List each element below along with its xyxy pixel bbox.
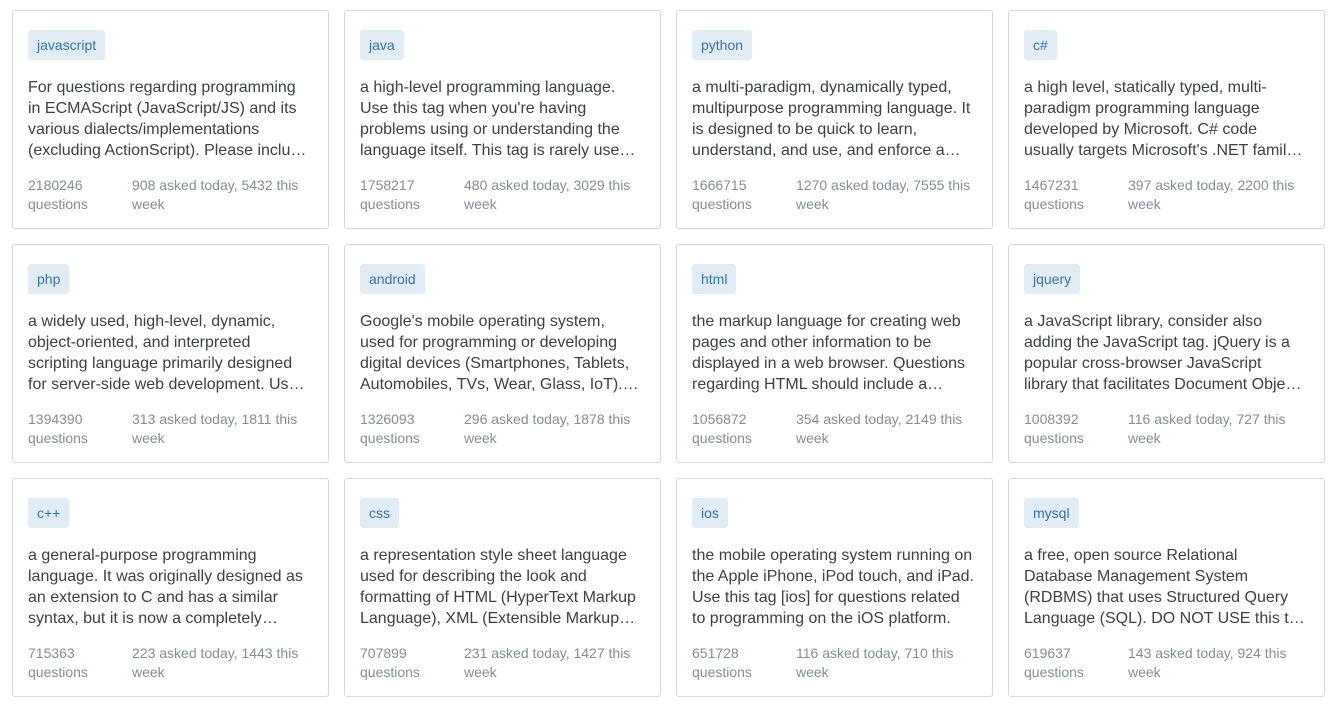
tag-link[interactable]: html [692, 264, 737, 294]
tag-link[interactable]: c# [1024, 30, 1057, 60]
tag-card-php: php a widely used, high-level, dynamic, … [12, 244, 329, 463]
tag-stats: 715363 questions 223 asked today, 1443 t… [28, 644, 316, 682]
question-count-label: questions [28, 664, 88, 680]
tag-link[interactable]: java [360, 30, 404, 60]
tag-activity: 313 asked today, 1811 this week [132, 411, 298, 446]
question-count-number: 1394390 [28, 411, 83, 427]
question-count: 1666715 questions [692, 176, 783, 214]
tag-stats: 1394390 questions 313 asked today, 1811 … [28, 410, 316, 448]
tag-description: a free, open source Relational Database … [1024, 547, 1307, 627]
tag-activity: 296 asked today, 1878 this week [464, 411, 631, 446]
question-count-label: questions [28, 430, 88, 446]
tag-link[interactable]: jquery [1024, 264, 1081, 294]
question-count: 1467231 questions [1024, 176, 1115, 214]
tag-card-mysql: mysql a free, open source Relational Dat… [1008, 478, 1325, 697]
question-count-number: 1008392 [1024, 411, 1079, 427]
tag-stats: 619637 questions 143 asked today, 924 th… [1024, 644, 1312, 682]
tag-stats: 651728 questions 116 asked today, 710 th… [692, 644, 980, 682]
tag-stats: 1008392 questions 116 asked today, 727 t… [1024, 410, 1312, 448]
tag-description: a high-level programming language. Use t… [360, 79, 629, 159]
tag-card-javascript: javascript For questions regarding progr… [12, 10, 329, 229]
tag-description: a JavaScript library, consider also addi… [1024, 313, 1298, 393]
question-count-label: questions [692, 664, 752, 680]
tag-activity: 480 asked today, 3029 this week [464, 177, 631, 212]
question-count: 1758217 questions [360, 176, 451, 214]
tag-link[interactable]: javascript [28, 30, 106, 60]
tag-activity: 908 asked today, 5432 this week [132, 177, 299, 212]
tag-card-cpp: c++ a general-purpose programming langua… [12, 478, 329, 697]
tag-card-jquery: jquery a JavaScript library, consider al… [1008, 244, 1325, 463]
tag-description: a multi-paradigm, dynamically typed, mul… [692, 79, 971, 159]
tag-activity: 397 asked today, 2200 this week [1128, 177, 1295, 212]
tag-link[interactable]: c++ [28, 498, 70, 528]
question-count-number: 1666715 [692, 177, 747, 193]
question-count-label: questions [1024, 664, 1084, 680]
question-count-number: 1056872 [692, 411, 747, 427]
tags-grid: javascript For questions regarding progr… [12, 10, 1325, 697]
question-count: 1326093 questions [360, 410, 451, 448]
question-count-label: questions [1024, 196, 1084, 212]
tag-description: For questions regarding programming in E… [28, 79, 309, 159]
tag-card-html: html the markup language for creating we… [676, 244, 993, 463]
tag-link[interactable]: ios [692, 498, 728, 528]
question-count-number: 2180246 [28, 177, 83, 193]
question-count-number: 715363 [28, 645, 75, 661]
question-count: 707899 questions [360, 644, 451, 682]
question-count-label: questions [692, 430, 752, 446]
tag-description: the markup language for creating web pag… [692, 313, 966, 393]
tag-stats: 1666715 questions 1270 asked today, 7555… [692, 176, 980, 214]
tag-link[interactable]: php [28, 264, 70, 294]
tag-card-ios: ios the mobile operating system running … [676, 478, 993, 697]
tag-description: the mobile operating system running on t… [692, 547, 974, 627]
question-count-label: questions [28, 196, 88, 212]
tag-description: a widely used, high-level, dynamic, obje… [28, 313, 307, 393]
tag-card-csharp: c# a high level, statically typed, multi… [1008, 10, 1325, 229]
question-count-number: 651728 [692, 645, 739, 661]
question-count: 2180246 questions [28, 176, 119, 214]
tag-activity: 1270 asked today, 7555 this week [796, 177, 971, 212]
question-count-number: 619637 [1024, 645, 1071, 661]
tag-activity: 231 asked today, 1427 this week [464, 645, 631, 680]
question-count-number: 1326093 [360, 411, 415, 427]
question-count: 715363 questions [28, 644, 119, 682]
tag-activity: 354 asked today, 2149 this week [796, 411, 963, 446]
question-count-number: 1758217 [360, 177, 415, 193]
question-count-number: 707899 [360, 645, 407, 661]
question-count: 1008392 questions [1024, 410, 1115, 448]
tag-description: a high level, statically typed, multi-pa… [1024, 79, 1295, 159]
question-count-label: questions [360, 664, 420, 680]
question-count-number: 1467231 [1024, 177, 1079, 193]
question-count: 1394390 questions [28, 410, 119, 448]
tag-activity: 116 asked today, 710 this week [796, 645, 954, 680]
tag-link[interactable]: css [360, 498, 399, 528]
tag-activity: 223 asked today, 1443 this week [132, 645, 299, 680]
tag-stats: 2180246 questions 908 asked today, 5432 … [28, 176, 316, 214]
tag-link[interactable]: python [692, 30, 753, 60]
tag-stats: 707899 questions 231 asked today, 1427 t… [360, 644, 648, 682]
tag-card-python: python a multi-paradigm, dynamically typ… [676, 10, 993, 229]
question-count-label: questions [360, 196, 420, 212]
tag-stats: 1467231 questions 397 asked today, 2200 … [1024, 176, 1312, 214]
tag-description: a representation style sheet language us… [360, 547, 636, 627]
question-count: 619637 questions [1024, 644, 1115, 682]
tag-card-android: android Google's mobile operating system… [344, 244, 661, 463]
tag-card-css: css a representation style sheet languag… [344, 478, 661, 697]
tag-stats: 1758217 questions 480 asked today, 3029 … [360, 176, 648, 214]
question-count-label: questions [692, 196, 752, 212]
tag-description: a general-purpose programming language. … [28, 547, 303, 627]
question-count: 651728 questions [692, 644, 783, 682]
tag-stats: 1056872 questions 354 asked today, 2149 … [692, 410, 980, 448]
tag-link[interactable]: android [360, 264, 425, 294]
question-count-label: questions [360, 430, 420, 446]
tag-description: Google's mobile operating system, used f… [360, 313, 630, 393]
tag-activity: 143 asked today, 924 this week [1128, 645, 1287, 680]
question-count-label: questions [1024, 430, 1084, 446]
tag-card-java: java a high-level programming language. … [344, 10, 661, 229]
tag-stats: 1326093 questions 296 asked today, 1878 … [360, 410, 648, 448]
tag-link[interactable]: mysql [1024, 498, 1079, 528]
tag-activity: 116 asked today, 727 this week [1128, 411, 1286, 446]
question-count: 1056872 questions [692, 410, 783, 448]
